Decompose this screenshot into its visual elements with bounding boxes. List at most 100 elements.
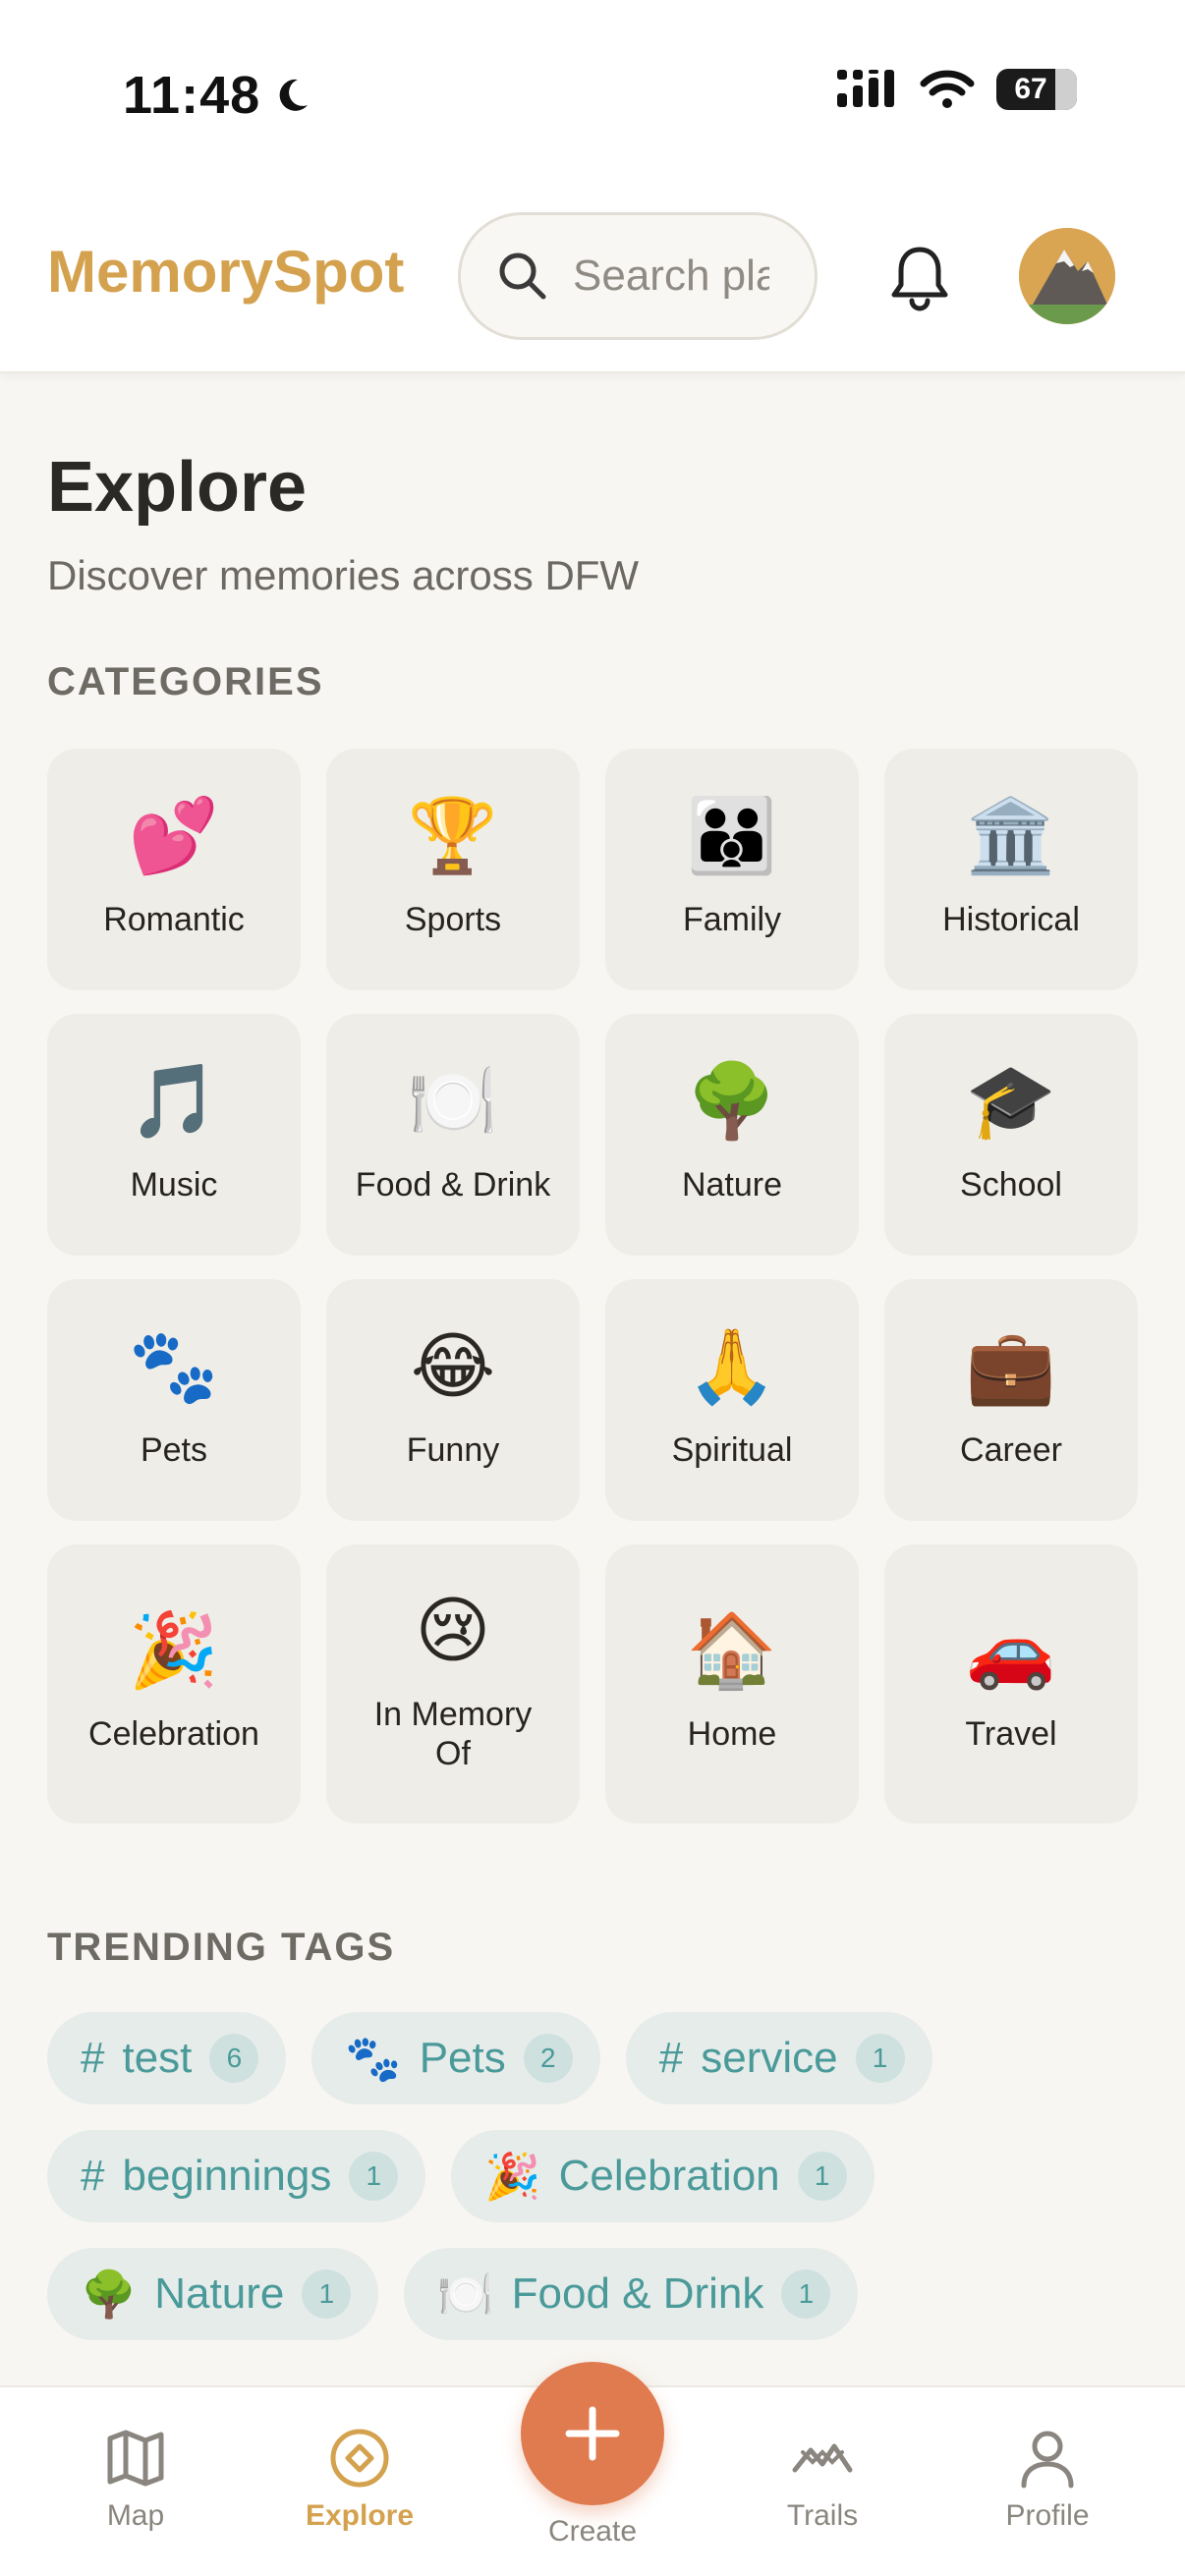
category-celebration[interactable]: 🎉 Celebration	[47, 1544, 301, 1823]
tag-row: # beginnings 1 🎉 Celebration 1	[47, 2130, 1138, 2222]
category-label: Career	[960, 1431, 1062, 1469]
tag-chip-food-drink[interactable]: 🍽️ Food & Drink 1	[404, 2248, 859, 2340]
nav-map[interactable]: Map	[37, 2427, 234, 2533]
categories-heading: CATEGORIES	[47, 660, 324, 703]
category-music[interactable]: 🎵 Music	[47, 1014, 301, 1256]
party-popper-icon: 🎉	[484, 2150, 541, 2202]
graduation-cap-icon: 🎓	[965, 1060, 1057, 1142]
user-avatar[interactable]	[1019, 228, 1115, 324]
tree-icon: 🌳	[686, 1060, 778, 1142]
music-note-icon: 🎵	[128, 1060, 220, 1142]
battery-level: 67	[1014, 73, 1047, 105]
crying-face-icon: 😢	[415, 1590, 491, 1671]
tag-chip-celebration[interactable]: 🎉 Celebration 1	[451, 2130, 875, 2222]
category-romantic[interactable]: 💕 Romantic	[47, 749, 301, 990]
nav-explore-label: Explore	[305, 2499, 415, 2532]
nav-explore[interactable]: Explore	[261, 2427, 458, 2533]
battery-indicator: 67	[996, 69, 1077, 110]
plus-icon	[565, 2406, 620, 2461]
tree-icon: 🌳	[81, 2268, 138, 2320]
nav-trails-label: Trails	[786, 2499, 859, 2532]
compass-icon	[330, 2429, 389, 2488]
page-subtitle: Discover memories across DFW	[47, 552, 640, 598]
tag-chip-test[interactable]: # test 6	[47, 2012, 287, 2104]
tag-count: 6	[209, 2034, 259, 2083]
tag-label: beginnings	[122, 2152, 332, 2200]
hash-icon: #	[81, 2034, 105, 2082]
tag-label: service	[701, 2034, 838, 2082]
category-label: Pets	[140, 1431, 208, 1469]
brand-logo[interactable]: MemorySpot	[47, 238, 404, 306]
category-label: Spiritual	[671, 1431, 793, 1469]
category-label: Historical	[942, 901, 1080, 938]
category-label: Music	[130, 1166, 218, 1204]
paw-prints-icon: 🐾	[345, 2032, 402, 2084]
clock-text: 11:48	[123, 66, 261, 125]
tag-chip-pets[interactable]: 🐾 Pets 2	[311, 2012, 600, 2104]
category-label: School	[960, 1166, 1062, 1204]
mountain-avatar-icon	[1019, 228, 1115, 324]
tag-label: test	[122, 2034, 193, 2082]
search-input[interactable]	[573, 252, 769, 301]
classical-building-icon: 🏛️	[965, 795, 1057, 876]
tag-label: Pets	[419, 2034, 506, 2082]
tag-count: 1	[349, 2152, 399, 2201]
trending-tags-heading: TRENDING TAGS	[47, 1926, 396, 1969]
category-label: Sports	[404, 901, 502, 938]
category-family[interactable]: 👪 Family	[605, 749, 859, 990]
family-icon: 👪	[686, 795, 778, 876]
paw-prints-icon: 🐾	[128, 1325, 220, 1407]
tag-chip-beginnings[interactable]: # beginnings 1	[47, 2130, 426, 2222]
signal-icon	[837, 70, 894, 107]
tag-label: Food & Drink	[511, 2269, 764, 2318]
trophy-icon: 🏆	[407, 795, 499, 876]
category-pets[interactable]: 🐾 Pets	[47, 1279, 301, 1521]
category-historical[interactable]: 🏛️ Historical	[884, 749, 1138, 990]
tag-count: 2	[523, 2034, 573, 2083]
category-label: In Memory Of	[373, 1696, 533, 1772]
search-bar[interactable]	[458, 212, 818, 340]
category-home[interactable]: 🏠 Home	[605, 1544, 859, 1823]
tag-label: Nature	[154, 2269, 285, 2318]
category-funny[interactable]: 😂 Funny	[326, 1279, 580, 1521]
category-school[interactable]: 🎓 School	[884, 1014, 1138, 1256]
map-icon	[107, 2430, 164, 2487]
category-label: Celebration	[88, 1715, 259, 1753]
category-sports[interactable]: 🏆 Sports	[326, 749, 580, 990]
tag-row: 🌳 Nature 1 🍽️ Food & Drink 1	[47, 2248, 1138, 2340]
nav-profile-label: Profile	[1005, 2499, 1090, 2532]
status-time: 11:48	[123, 65, 311, 126]
category-label: Home	[687, 1715, 777, 1753]
category-label: Romantic	[103, 901, 245, 938]
laughing-face-icon: 😂	[410, 1325, 496, 1407]
page-title: Explore	[47, 448, 308, 527]
create-button[interactable]	[521, 2362, 664, 2505]
nav-trails[interactable]: Trails	[724, 2427, 921, 2533]
category-travel[interactable]: 🚗 Travel	[884, 1544, 1138, 1823]
category-label: Funny	[406, 1431, 500, 1469]
app-header: MemorySpot	[0, 187, 1185, 373]
tag-count: 1	[302, 2269, 352, 2319]
category-career[interactable]: 💼 Career	[884, 1279, 1138, 1521]
party-popper-icon: 🎉	[128, 1609, 220, 1691]
plate-cutlery-icon: 🍽️	[407, 1060, 499, 1142]
category-label: Food & Drink	[355, 1166, 551, 1204]
category-in-memory-of[interactable]: 😢 In Memory Of	[326, 1544, 580, 1823]
nav-profile[interactable]: Profile	[949, 2427, 1146, 2533]
car-icon: 🚗	[965, 1609, 1057, 1691]
praying-hands-icon: 🙏	[686, 1325, 778, 1407]
tag-chip-nature[interactable]: 🌳 Nature 1	[47, 2248, 379, 2340]
bell-icon[interactable]	[888, 244, 951, 312]
plate-cutlery-icon: 🍽️	[437, 2268, 494, 2320]
category-spiritual[interactable]: 🙏 Spiritual	[605, 1279, 859, 1521]
category-nature[interactable]: 🌳 Nature	[605, 1014, 859, 1256]
nav-map-label: Map	[106, 2499, 165, 2532]
tag-count: 1	[855, 2034, 905, 2083]
moon-icon	[279, 79, 309, 111]
tag-label: Celebration	[558, 2152, 780, 2200]
tag-chip-service[interactable]: # service 1	[625, 2012, 932, 2104]
category-label: Travel	[965, 1715, 1057, 1753]
person-icon	[1021, 2431, 1074, 2489]
category-food-drink[interactable]: 🍽️ Food & Drink	[326, 1014, 580, 1256]
tag-row: # test 6 🐾 Pets 2 # service 1	[47, 2012, 1138, 2104]
